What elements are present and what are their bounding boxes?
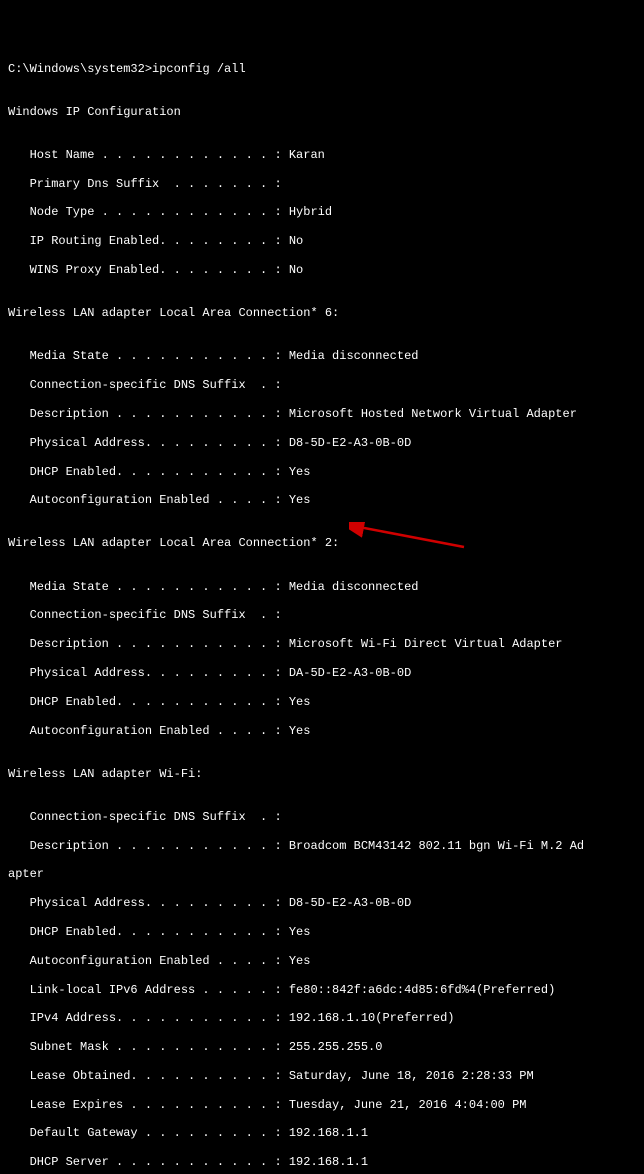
adapter6-title: Wireless LAN adapter Local Area Connecti… (8, 306, 636, 320)
wifi-phys-addr: Physical Address. . . . . . . . . : D8-5… (8, 896, 636, 910)
adapter2-conn-suffix: Connection-specific DNS Suffix . : (8, 608, 636, 622)
adapter6-media-state: Media State . . . . . . . . . . . : Medi… (8, 349, 636, 363)
adapter6-autoconfig: Autoconfiguration Enabled . . . . : Yes (8, 493, 636, 507)
wifi-dhcp-server: DHCP Server . . . . . . . . . . . : 192.… (8, 1155, 636, 1169)
adapter2-title: Wireless LAN adapter Local Area Connecti… (8, 536, 636, 550)
cfg-host-name: Host Name . . . . . . . . . . . . : Kara… (8, 148, 636, 162)
cfg-primary-dns: Primary Dns Suffix . . . . . . . : (8, 177, 636, 191)
prompt: C:\Windows\system32> (8, 62, 152, 76)
wifi-conn-suffix: Connection-specific DNS Suffix . : (8, 810, 636, 824)
adapter6-conn-suffix: Connection-specific DNS Suffix . : (8, 378, 636, 392)
adapter6-description: Description . . . . . . . . . . . : Micr… (8, 407, 636, 421)
wifi-lease-expires: Lease Expires . . . . . . . . . . : Tues… (8, 1098, 636, 1112)
wifi-autoconfig: Autoconfiguration Enabled . . . . : Yes (8, 954, 636, 968)
wifi-description: Description . . . . . . . . . . . : Broa… (8, 839, 636, 853)
header-main: Windows IP Configuration (8, 105, 636, 119)
cfg-ip-routing: IP Routing Enabled. . . . . . . . : No (8, 234, 636, 248)
wifi-lease-obtained: Lease Obtained. . . . . . . . . . : Satu… (8, 1069, 636, 1083)
adapter6-phys-addr: Physical Address. . . . . . . . . : D8-5… (8, 436, 636, 450)
adapter2-dhcp-enabled: DHCP Enabled. . . . . . . . . . . : Yes (8, 695, 636, 709)
cfg-node-type: Node Type . . . . . . . . . . . . : Hybr… (8, 205, 636, 219)
wifi-desc-wrap: apter (8, 867, 636, 881)
adapter2-description: Description . . . . . . . . . . . : Micr… (8, 637, 636, 651)
prompt-line: C:\Windows\system32>ipconfig /all (8, 62, 636, 76)
wifi-title: Wireless LAN adapter Wi-Fi: (8, 767, 636, 781)
wifi-ipv4: IPv4 Address. . . . . . . . . . . : 192.… (8, 1011, 636, 1025)
cfg-wins-proxy: WINS Proxy Enabled. . . . . . . . : No (8, 263, 636, 277)
wifi-dhcp-enabled: DHCP Enabled. . . . . . . . . . . : Yes (8, 925, 636, 939)
command: ipconfig /all (152, 62, 246, 76)
adapter2-phys-addr: Physical Address. . . . . . . . . : DA-5… (8, 666, 636, 680)
adapter6-dhcp-enabled: DHCP Enabled. . . . . . . . . . . : Yes (8, 465, 636, 479)
wifi-default-gateway: Default Gateway . . . . . . . . . : 192.… (8, 1126, 636, 1140)
wifi-subnet: Subnet Mask . . . . . . . . . . . : 255.… (8, 1040, 636, 1054)
wifi-link-local: Link-local IPv6 Address . . . . . : fe80… (8, 983, 636, 997)
adapter2-autoconfig: Autoconfiguration Enabled . . . . : Yes (8, 724, 636, 738)
